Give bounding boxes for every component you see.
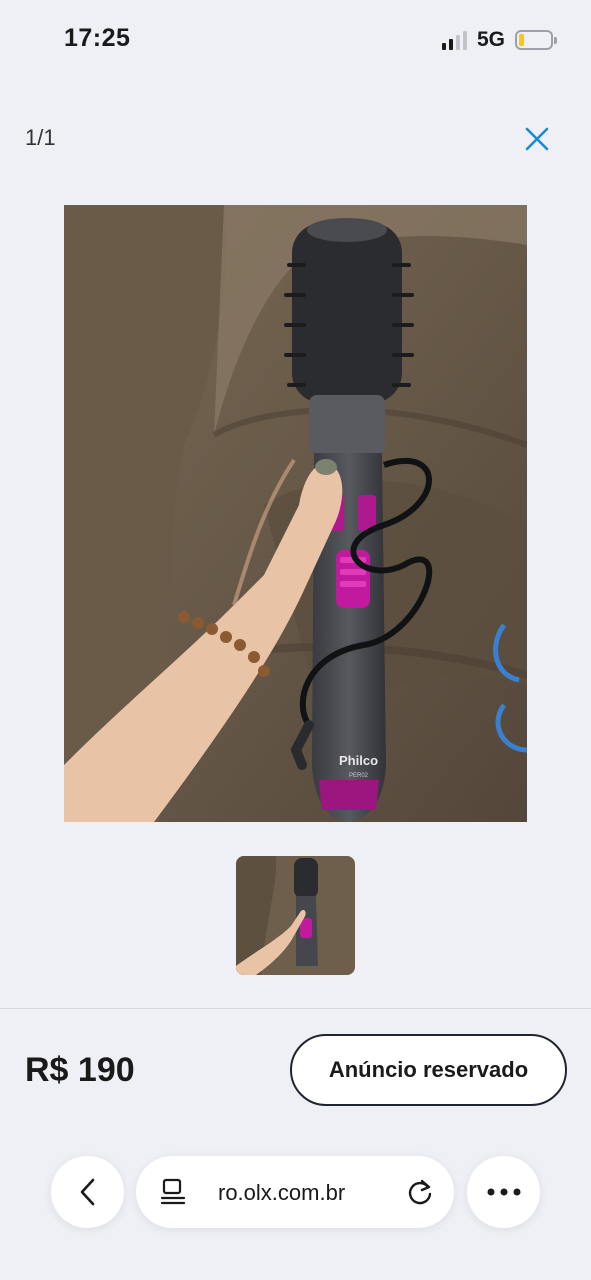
back-button[interactable] <box>51 1156 124 1228</box>
image-counter: 1/1 <box>25 125 56 150</box>
reload-icon[interactable] <box>406 1178 434 1206</box>
thumbnail-image <box>236 856 355 975</box>
address-bar[interactable]: ro.olx.com.br <box>136 1156 454 1228</box>
listing-price: R$ 190 <box>25 1051 135 1089</box>
battery-level <box>519 34 524 46</box>
product-photo[interactable]: Philco PER02 <box>64 205 527 822</box>
product-model-text: PER02 <box>349 773 369 779</box>
divider <box>0 1008 591 1009</box>
more-dots-icon <box>487 1188 520 1196</box>
network-type: 5G <box>476 28 505 51</box>
signal-icon <box>441 30 467 50</box>
status-time: 17:25 <box>64 24 131 52</box>
chevron-left-icon <box>80 1178 94 1206</box>
battery-icon <box>515 30 557 50</box>
reserved-listing-button[interactable]: Anúncio reservado <box>290 1034 567 1106</box>
close-button[interactable] <box>518 120 556 158</box>
more-options-button[interactable] <box>467 1156 540 1228</box>
tabs-icon <box>160 1178 186 1205</box>
url-text: ro.olx.com.br <box>218 1180 346 1205</box>
screen: 17:25 5G 1/1 Philco PER02 R$ 190 Anúncio… <box>0 0 591 1280</box>
product-brand-text: Philco <box>339 753 378 768</box>
status-indicators: 5G <box>441 27 557 53</box>
thumbnail-1[interactable] <box>236 856 355 975</box>
status-bar: 17:25 5G <box>0 0 591 80</box>
close-icon <box>525 127 549 151</box>
